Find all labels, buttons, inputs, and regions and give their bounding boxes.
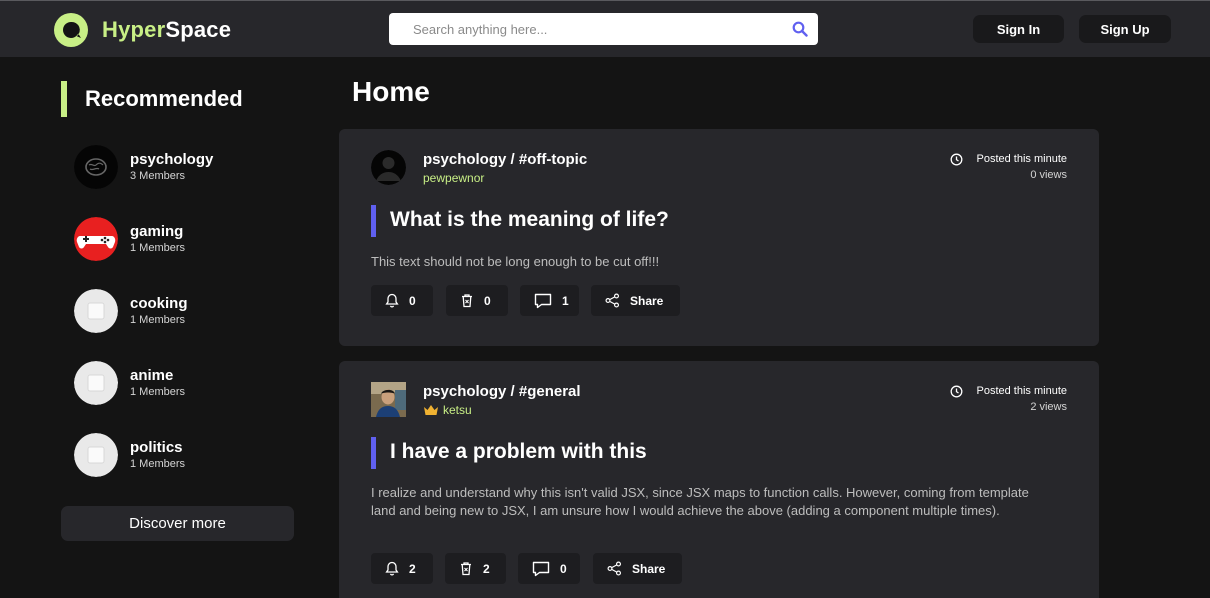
community-avatar [74, 217, 118, 261]
logo-text: HyperSpace [102, 17, 231, 43]
comment-button[interactable]: 1 [520, 285, 579, 316]
post-meta: Posted this minute 0 views [950, 151, 1068, 183]
community-name: politics [130, 439, 183, 456]
post-author-name: ketsu [443, 403, 472, 417]
comment-button[interactable]: 0 [518, 553, 580, 584]
logo-text-part2: Space [165, 17, 232, 42]
dislike-count: 0 [484, 293, 491, 308]
community-avatar [74, 361, 118, 405]
post-title-accent-bar [371, 205, 376, 237]
community-members: 1 Members [130, 458, 186, 470]
sign-in-button[interactable]: Sign In [973, 15, 1064, 43]
author-avatar[interactable] [371, 382, 406, 417]
post-views: 0 views [1030, 169, 1067, 181]
page-title: Home [352, 76, 430, 107]
comment-count: 1 [562, 293, 569, 308]
community-item-anime[interactable]: anime 1 Members [74, 361, 185, 405]
top-navbar: HyperSpace Sign In Sign Up [0, 0, 1210, 57]
comment-icon [534, 293, 552, 308]
community-item-cooking[interactable]: cooking 1 Members [74, 289, 188, 333]
logo-text-part1: Hyper [102, 17, 166, 42]
discover-more-button[interactable]: Discover more [61, 506, 294, 541]
post-channel[interactable]: psychology / #off-topic [423, 151, 587, 168]
share-icon [607, 561, 622, 576]
post-card[interactable]: psychology / #off-topic pewpewnor Posted… [339, 129, 1099, 346]
community-avatar [74, 433, 118, 477]
dislike-button[interactable]: 2 [445, 553, 506, 584]
like-button[interactable]: 0 [371, 285, 433, 316]
community-members: 1 Members [130, 242, 186, 254]
trash-icon [461, 562, 471, 576]
like-count: 2 [409, 561, 416, 576]
dislike-count: 2 [483, 561, 490, 576]
community-item-gaming[interactable]: gaming 1 Members [74, 217, 185, 261]
dislike-button[interactable]: 0 [446, 285, 508, 316]
post-author[interactable]: ketsu [423, 403, 472, 417]
crown-icon [424, 405, 438, 415]
author-avatar[interactable] [371, 150, 406, 185]
search-input[interactable] [413, 13, 773, 45]
share-button[interactable]: Share [591, 285, 680, 316]
community-name: gaming [130, 223, 184, 240]
share-label: Share [632, 561, 666, 576]
community-members: 1 Members [130, 386, 186, 398]
recommended-title: Recommended [85, 86, 243, 111]
post-time: Posted this minute [976, 385, 1068, 397]
post-title[interactable]: I have a problem with this [390, 440, 647, 464]
post-views: 2 views [1030, 401, 1067, 413]
clock-icon [950, 385, 962, 397]
post-author-name: pewpewnor [423, 171, 485, 185]
community-members: 3 Members [130, 170, 186, 182]
community-item-politics[interactable]: politics 1 Members [74, 433, 185, 477]
trash-icon [462, 294, 472, 308]
post-body: I realize and understand why this isn't … [371, 485, 1029, 518]
bell-icon [385, 561, 399, 576]
clock-icon [950, 153, 962, 165]
post-body: This text should not be long enough to b… [371, 254, 660, 269]
community-avatar [74, 145, 118, 189]
community-name: psychology [130, 151, 214, 168]
community-members: 1 Members [130, 314, 186, 326]
post-time: Posted this minute [976, 153, 1068, 165]
like-button[interactable]: 2 [371, 553, 433, 584]
community-name: anime [130, 367, 174, 384]
share-label: Share [630, 293, 664, 308]
post-author[interactable]: pewpewnor [423, 171, 484, 185]
comment-icon [532, 561, 550, 576]
logo[interactable]: HyperSpace [54, 13, 231, 47]
share-icon [605, 293, 620, 308]
community-item-psychology[interactable]: psychology 3 Members [74, 145, 213, 189]
community-name: cooking [130, 295, 188, 312]
share-button[interactable]: Share [593, 553, 682, 584]
recommended-accent-bar [61, 81, 67, 117]
community-avatar [74, 289, 118, 333]
search-icon[interactable] [792, 21, 808, 37]
sign-up-button[interactable]: Sign Up [1079, 15, 1171, 43]
post-title-accent-bar [371, 437, 376, 469]
post-channel[interactable]: psychology / #general [423, 383, 581, 400]
post-title[interactable]: What is the meaning of life? [390, 208, 669, 232]
search-bar [389, 13, 818, 45]
comment-count: 0 [560, 561, 567, 576]
like-count: 0 [409, 293, 416, 308]
post-card[interactable]: psychology / #general ketsu Posted this … [339, 361, 1099, 598]
post-meta: Posted this minute 2 views [950, 383, 1068, 415]
bell-icon [385, 293, 399, 308]
hyperspace-logo-icon [54, 13, 88, 47]
